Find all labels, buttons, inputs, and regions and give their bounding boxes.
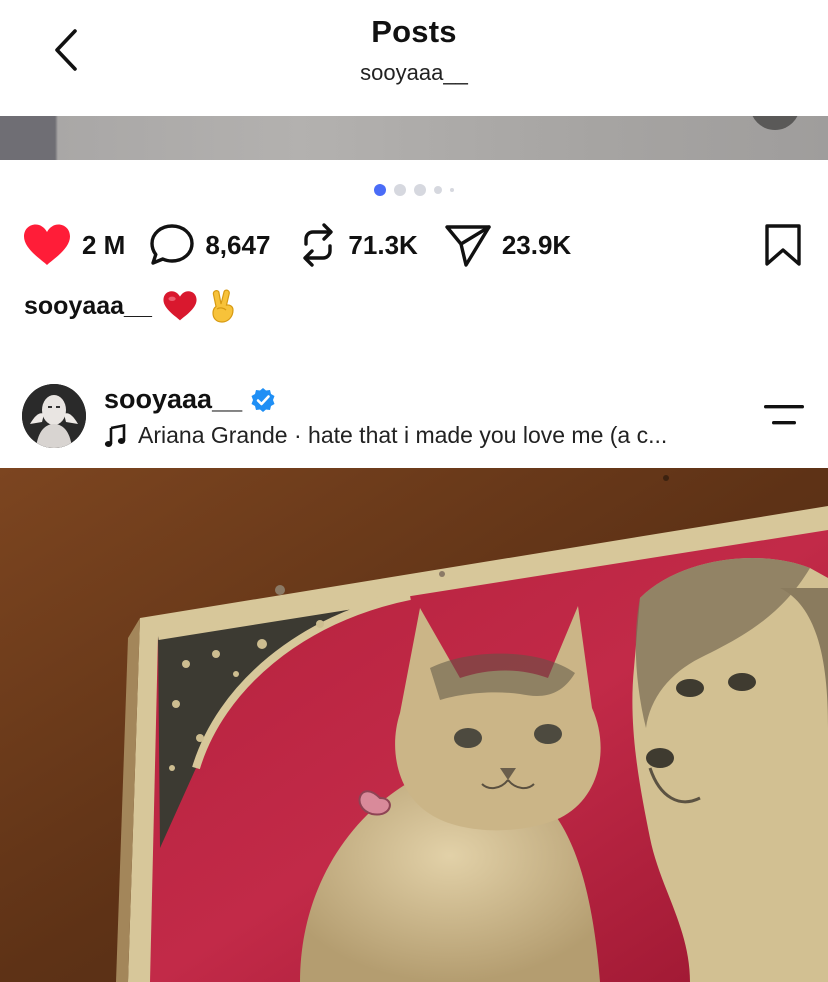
comment-icon [150,224,195,265]
share-button[interactable]: 23.9K [444,222,571,268]
bookmark-button[interactable] [764,224,802,271]
heart-icon [24,224,70,265]
share-count: 23.9K [501,229,572,260]
page-title: Posts [371,14,457,49]
comment-count: 8,647 [205,229,271,260]
victory-hand-emoji [208,288,238,324]
carousel-dot [394,184,406,196]
like-button[interactable]: 2 M [22,223,125,267]
post-author-row: sooyaaa__ [104,384,276,415]
repost-icon [303,223,334,267]
page-subtitle: sooyaaa__ [360,60,468,85]
share-icon [445,225,491,267]
carousel-dot-active [374,184,386,196]
avatar[interactable] [22,384,86,448]
repost-count: 71.3K [348,229,418,260]
carousel-next-button[interactable] [750,116,800,130]
verified-badge-icon [250,387,276,413]
music-note-icon [104,423,126,447]
repost-button[interactable]: 71.3K [298,222,418,268]
bookmark-icon [765,224,801,266]
post-image[interactable] [0,468,828,982]
like-count: 2 M [82,229,126,260]
music-attribution[interactable]: Ariana Grande · hate that i made you lov… [104,422,667,449]
music-track-text: Ariana Grande · hate that i made you lov… [138,422,668,448]
top-header: Posts sooyaaa__ [0,0,828,112]
post-action-bar: 2 M 8,647 71.3K 23.9K [22,220,571,270]
carousel-dot [434,186,442,194]
carousel-indicator [0,184,828,196]
carousel-dot [450,188,454,192]
previous-post-image[interactable] [0,116,828,160]
post-author-username[interactable]: sooyaaa__ [104,384,242,415]
carousel-dot [414,184,426,196]
comment-button[interactable]: 8,647 [149,223,270,267]
next-post-header: sooyaaa__ Ariana Grande · hate that i ma… [0,378,828,458]
post-caption: sooyaaa__ [24,288,238,324]
post-menu-button[interactable] [762,402,806,430]
menu-lines-icon [764,405,804,425]
red-heart-emoji [162,290,198,322]
caption-username[interactable]: sooyaaa__ [24,292,152,321]
